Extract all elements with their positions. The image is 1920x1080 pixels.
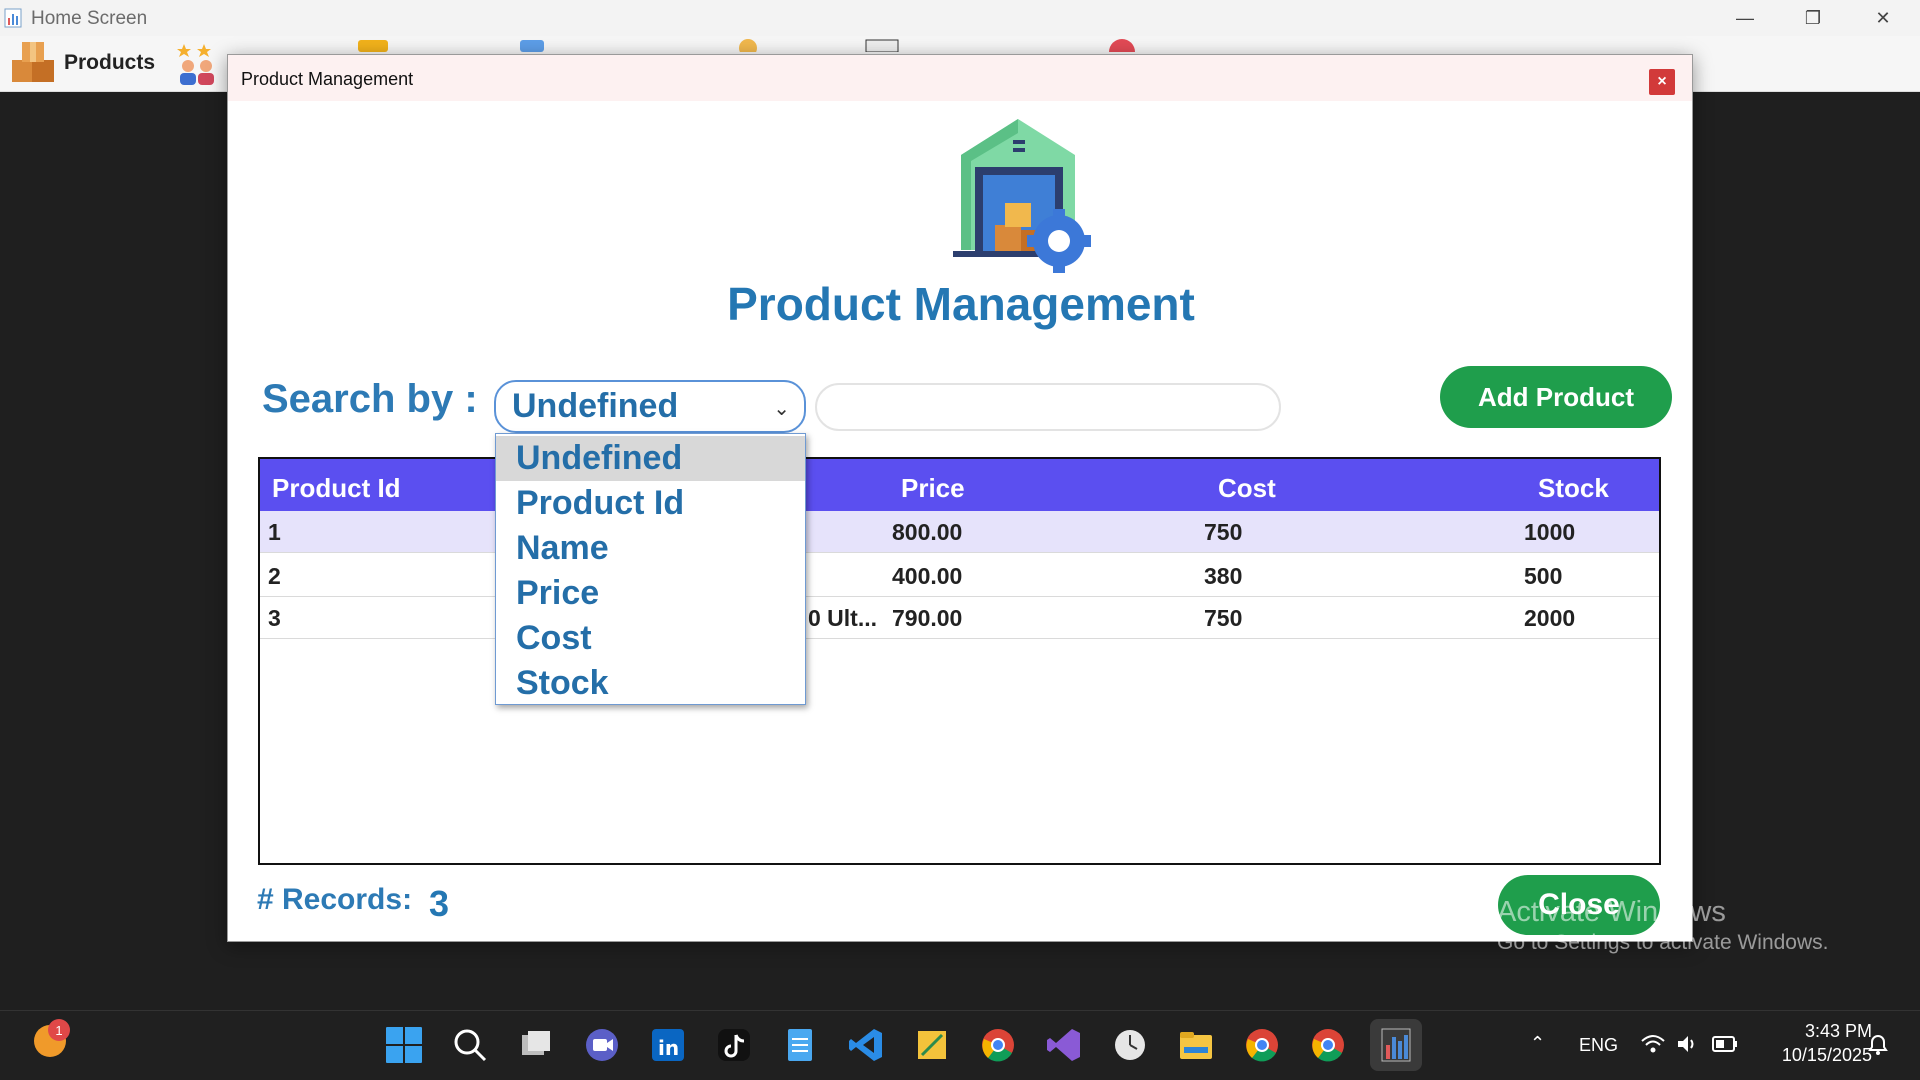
chevron-down-icon: ⌄ [773, 398, 790, 420]
option-price[interactable]: Price [496, 571, 805, 616]
notification-badge: 1 [48, 1019, 70, 1041]
task-view-icon[interactable] [516, 1025, 556, 1065]
app-chart-icon [4, 8, 22, 28]
records-count: 3 [429, 883, 450, 924]
linkedin-icon[interactable]: in [648, 1025, 688, 1065]
cell-product-id: 3 [268, 605, 281, 631]
product-management-dialog: Product Management × Product Management … [227, 54, 1693, 942]
activate-windows-watermark: Activate Windows Go to Settings to activ… [1497, 896, 1829, 955]
watermark-subtitle: Go to Settings to activate Windows. [1497, 931, 1829, 954]
system-clock[interactable]: 3:43 PM 10/15/2025 [1752, 1019, 1872, 1067]
search-by-label: Search by : [262, 377, 478, 421]
clipboard-icon[interactable] [516, 38, 562, 52]
search-by-options-list: Undefined Product Id Name Price Cost Sto… [495, 433, 806, 705]
battery-icon[interactable] [1712, 1035, 1738, 1053]
wifi-icon[interactable] [1640, 1033, 1666, 1055]
add-product-button[interactable]: Add Product [1440, 366, 1672, 428]
main-window-title: Home Screen [31, 8, 148, 29]
dialog-title: Product Management [241, 69, 414, 89]
vscode-icon[interactable] [846, 1025, 886, 1065]
clock-icon[interactable] [1110, 1025, 1150, 1065]
visual-studio-icon[interactable] [1044, 1025, 1084, 1065]
products-toolbar-button[interactable]: Products [10, 40, 155, 86]
minimize-button[interactable]: — [1710, 0, 1780, 36]
products-label: Products [64, 51, 156, 74]
table-header: Product Id Price Cost Stock [260, 459, 1659, 511]
cell-name: 0 Ult... [808, 605, 878, 631]
svg-text:in: in [658, 1036, 679, 1060]
close-icon: × [1657, 73, 1667, 90]
dialog-close-button[interactable]: × [1649, 69, 1675, 95]
chrome-profile-r-icon[interactable] [1308, 1025, 1348, 1065]
teams-icon[interactable] [582, 1025, 622, 1065]
search-icon[interactable] [450, 1025, 490, 1065]
active-app-tile[interactable] [1370, 1019, 1422, 1071]
clock-date: 10/15/2025 [1781, 1045, 1872, 1065]
table-row[interactable]: 3 0 Ult... 790.00 750 2000 [260, 597, 1659, 639]
main-titlebar: Home Screen — ❐ ✕ [0, 0, 1920, 36]
notepad-icon[interactable] [780, 1025, 820, 1065]
warehouse-logo-icon [953, 119, 1091, 273]
option-name[interactable]: Name [496, 526, 805, 571]
start-icon[interactable] [384, 1025, 424, 1065]
chrome-icon[interactable] [978, 1025, 1018, 1065]
restore-icon: ❐ [1804, 7, 1822, 28]
cell-price: 800.00 [892, 519, 963, 545]
clock-time: 3:43 PM [1804, 1021, 1872, 1041]
language-indicator[interactable]: ENG [1579, 1035, 1618, 1056]
search-input[interactable] [815, 383, 1281, 431]
minimize-icon: — [1736, 7, 1754, 28]
cell-product-id: 2 [268, 563, 281, 589]
column-header-price[interactable]: Price [901, 473, 965, 504]
cell-cost: 750 [1204, 605, 1243, 631]
column-header-cost[interactable]: Cost [1218, 473, 1276, 504]
page-heading: Product Management [727, 278, 1195, 330]
records-label: # Records: [257, 883, 413, 916]
cell-price: 790.00 [892, 605, 963, 631]
search-by-dropdown[interactable]: Undefined ⌄ [494, 380, 806, 433]
file-explorer-icon[interactable] [1176, 1025, 1216, 1065]
close-icon: ✕ [1875, 7, 1891, 28]
notification-bell-icon[interactable] [1866, 1033, 1890, 1057]
option-cost[interactable]: Cost [496, 616, 805, 661]
orders-icon[interactable] [354, 38, 400, 52]
column-header-stock[interactable]: Stock [1538, 473, 1609, 504]
tiktok-icon[interactable] [714, 1025, 754, 1065]
dialog-titlebar: Product Management × [228, 55, 1692, 101]
window-close-button[interactable]: ✕ [1848, 0, 1918, 36]
snipping-tool-icon[interactable] [912, 1025, 952, 1065]
chrome-profile-icon[interactable] [1242, 1025, 1282, 1065]
boxes-icon [12, 42, 54, 82]
cell-cost: 750 [1204, 519, 1243, 545]
cell-stock: 2000 [1524, 605, 1576, 631]
cell-stock: 1000 [1524, 519, 1576, 545]
logout-icon[interactable] [1098, 38, 1144, 52]
show-hidden-icons[interactable]: ⌃ [1530, 1033, 1545, 1054]
customers-icon[interactable] [174, 40, 220, 86]
volume-icon[interactable] [1676, 1033, 1700, 1055]
employees-icon[interactable] [726, 38, 772, 52]
products-table: Product Id Price Cost Stock 1 800.00 750… [258, 457, 1661, 865]
taskbar: 1 in ⌃ ENG 3:43 PM 10/15/2025 [0, 1010, 1920, 1080]
search-by-selected: Undefined [512, 387, 679, 425]
cell-price: 400.00 [892, 563, 963, 589]
option-stock[interactable]: Stock [496, 661, 805, 706]
option-undefined[interactable]: Undefined [496, 436, 805, 481]
cell-stock: 500 [1524, 563, 1563, 589]
cell-product-id: 1 [268, 519, 281, 545]
option-product-id[interactable]: Product Id [496, 481, 805, 526]
app-chart-icon [1381, 1028, 1411, 1062]
reports-icon[interactable] [862, 38, 908, 52]
watermark-title: Activate Windows [1497, 896, 1726, 928]
column-header-product-id[interactable]: Product Id [272, 473, 401, 504]
cell-cost: 380 [1204, 563, 1243, 589]
table-row[interactable]: 2 400.00 380 500 [260, 555, 1659, 597]
restore-button[interactable]: ❐ [1778, 0, 1848, 36]
table-row[interactable]: 1 800.00 750 1000 [260, 511, 1659, 553]
